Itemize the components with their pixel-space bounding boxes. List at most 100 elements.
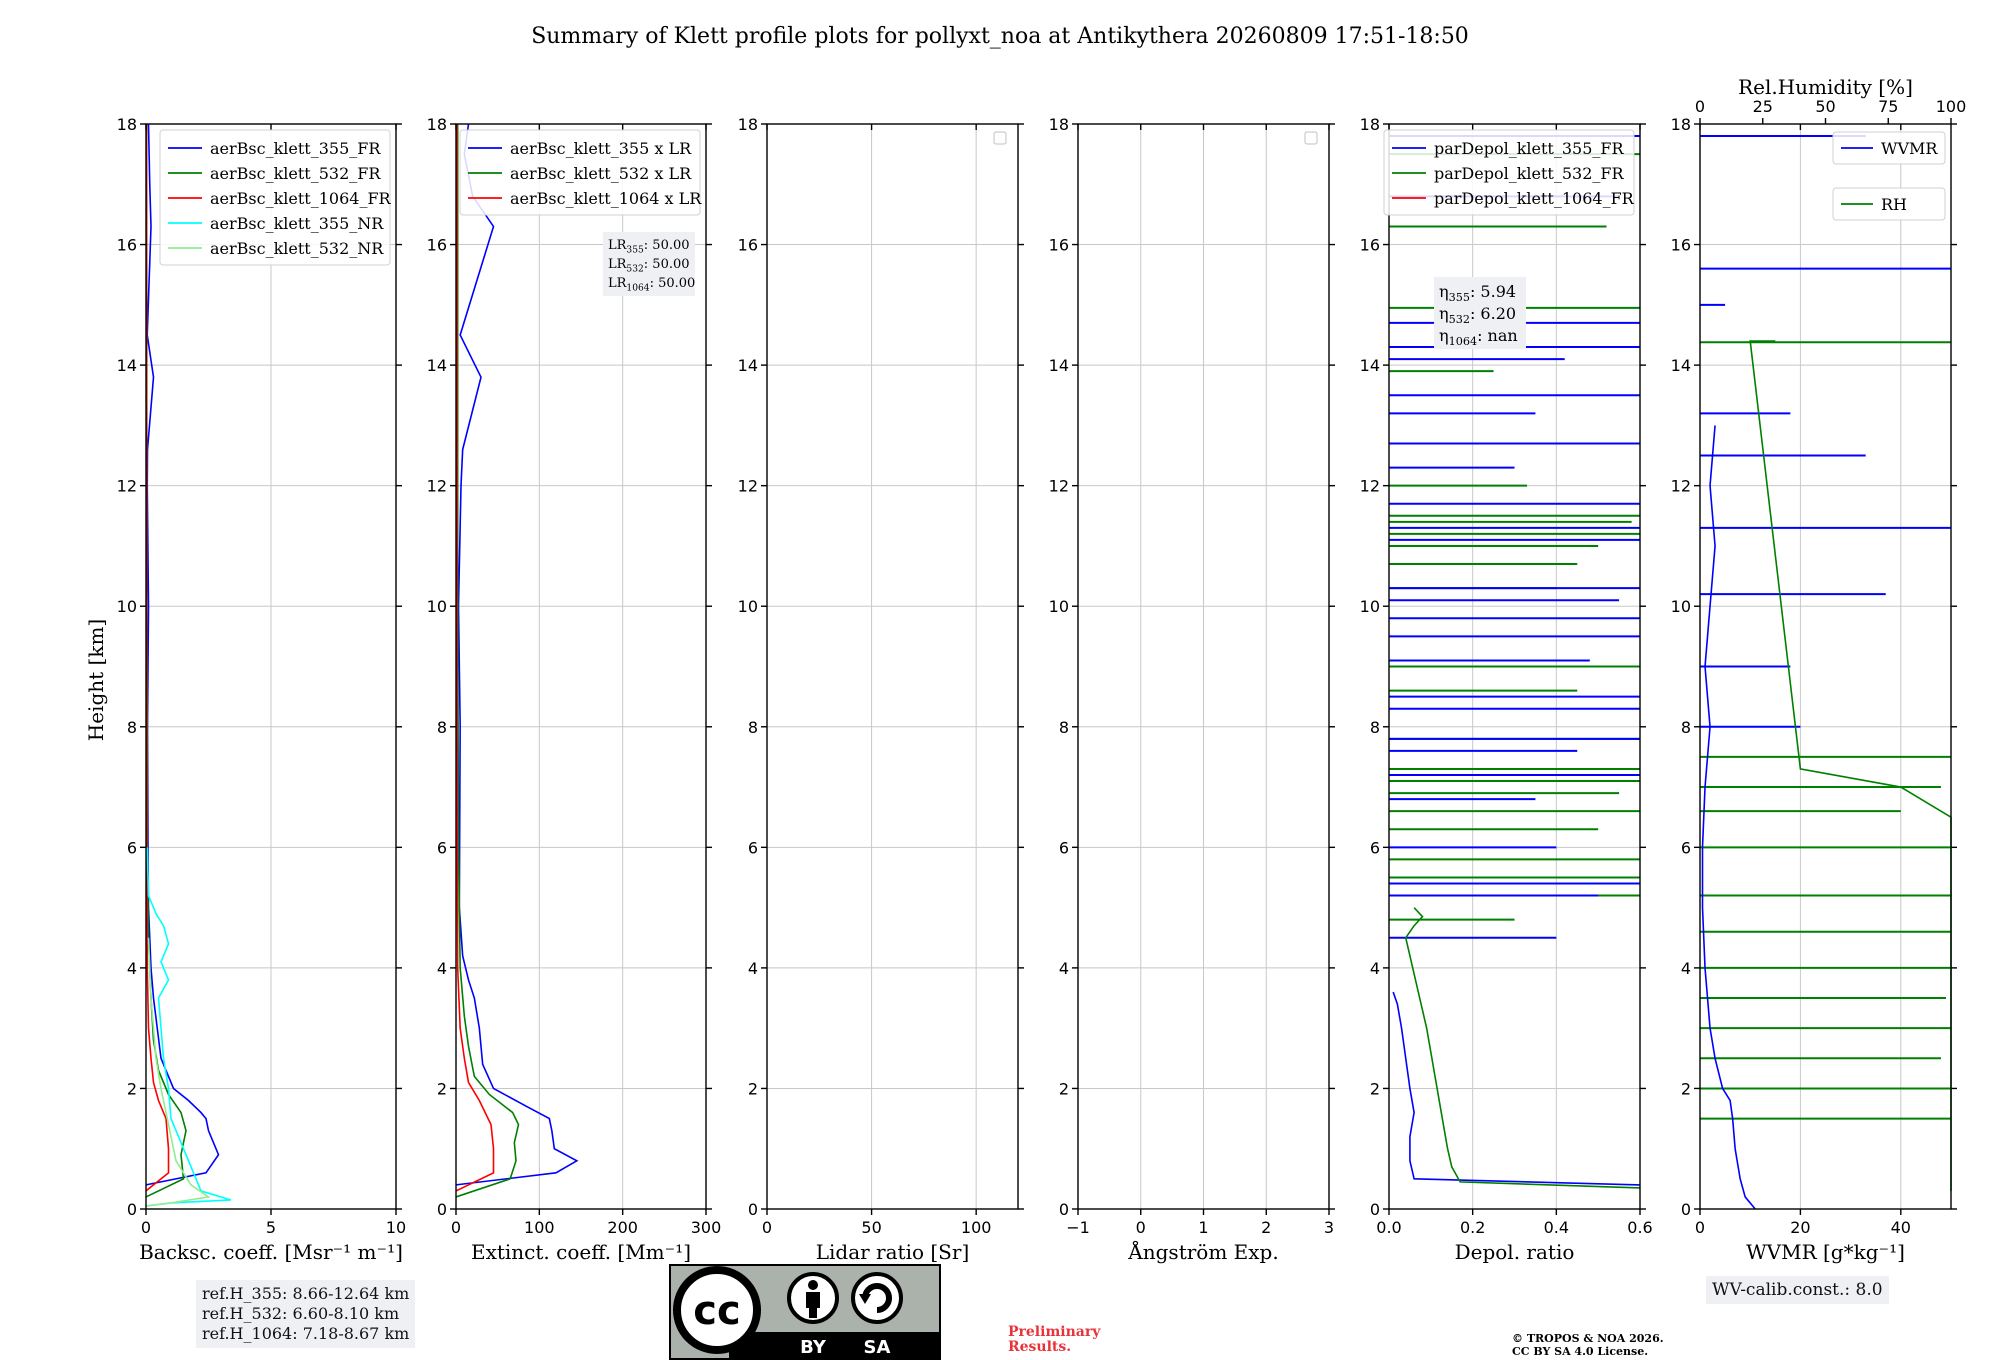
y-tick-label: 0 xyxy=(1681,1200,1691,1219)
y-tick-label: 18 xyxy=(117,115,137,134)
y-tick-label: 8 xyxy=(1059,718,1069,737)
lidar-ratio-value: LR355: 50.00 xyxy=(608,238,690,255)
x-tick-label: 300 xyxy=(691,1218,722,1237)
klett-summary-chart: Summary of Klett profile plots for polly… xyxy=(84,24,1967,1264)
legend-label: aerBsc_klett_532 x LR xyxy=(510,164,692,183)
series-line-1 xyxy=(455,124,520,1198)
y-tick-label: 4 xyxy=(748,959,758,978)
y-tick-label: 2 xyxy=(1370,1079,1380,1098)
x-tick-label: 0 xyxy=(1136,1218,1146,1237)
legend-label: aerBsc_klett_1064_FR xyxy=(210,189,392,208)
legend-label: RH xyxy=(1881,195,1907,214)
y-tick-label: 0 xyxy=(127,1200,137,1219)
legend-label: WVMR xyxy=(1881,139,1938,158)
panels-group: 0246810121416180 5 10Backsc. coeff. [Msr⁻¹… xyxy=(117,75,1967,1264)
lidar-ratio-value: LR1064: 50.00 xyxy=(608,276,695,293)
x-tick-label: 5 xyxy=(266,1218,276,1237)
y-tick-label: 0 xyxy=(1370,1200,1380,1219)
panel-1: 0 2 4 6 8 10 12 14 16 18 0 100 200 300Extinct. coeff.… xyxy=(427,115,722,1264)
x-tick-label: 0.0 xyxy=(1376,1218,1401,1237)
y-tick-label: 2 xyxy=(1059,1079,1069,1098)
cc-text: cc xyxy=(693,1288,740,1334)
y-tick-label: 18 xyxy=(738,115,758,134)
preliminary-line-2: Results. xyxy=(1008,1339,1072,1355)
y-tick-label: 12 xyxy=(1360,477,1380,496)
y-tick-label: 16 xyxy=(738,236,758,255)
x-axis-label: Lidar ratio [Sr] xyxy=(816,1240,970,1264)
x-tick-label: 0 xyxy=(451,1218,461,1237)
x-tick-label: −1 xyxy=(1066,1218,1090,1237)
y-tick-label: 4 xyxy=(437,959,447,978)
panel-4: 0 2 4 6 8 10 12 14 16 18 0.0 0.2 0.4 0.6 Depol. ratio p… xyxy=(1360,115,1653,1264)
panel-5: 0246810121416180 20 40WVMR [g*kg⁻¹]0 25 50 75… xyxy=(1671,75,1967,1264)
y-tick-label: 8 xyxy=(437,718,447,737)
top-x-axis-label: Rel.Humidity [%] xyxy=(1738,75,1913,99)
x-axis-label: Extinct. coeff. [Mm⁻¹] xyxy=(471,1240,691,1264)
top-x-tick-label: 0 xyxy=(1695,97,1705,116)
sa-label: SA xyxy=(864,1337,891,1358)
series-line-0 xyxy=(1701,425,1756,1210)
y-tick-label: 10 xyxy=(1671,597,1691,616)
y-tick-label: 6 xyxy=(1370,838,1380,857)
wv-calib-text: WV-calib.const.: 8.0 xyxy=(1712,1280,1883,1300)
y-tick-label: 12 xyxy=(117,477,137,496)
x-tick-label: 0 xyxy=(1695,1218,1705,1237)
y-tick-label: 12 xyxy=(738,477,758,496)
x-axis-label: WVMR [g*kg⁻¹] xyxy=(1746,1240,1905,1264)
series-line-4 xyxy=(145,937,211,1207)
x-axis-label: Depol. ratio xyxy=(1455,1240,1575,1264)
ref-height-355: ref.H_355: 8.66-12.64 km xyxy=(202,1284,410,1303)
x-tick-label: 0.4 xyxy=(1544,1218,1569,1237)
y-tick-label: 10 xyxy=(738,597,758,616)
top-x-tick-label: 25 xyxy=(1753,97,1773,116)
y-tick-label: 16 xyxy=(1671,236,1691,255)
series-line-1 xyxy=(1404,907,1641,1189)
top-x-tick-label: 50 xyxy=(1815,97,1835,116)
y-tick-label: 12 xyxy=(1049,477,1069,496)
y-tick-label: 18 xyxy=(427,115,447,134)
y-tick-label: 18 xyxy=(1671,115,1691,134)
y-tick-label: 2 xyxy=(437,1079,447,1098)
y-tick-label: 14 xyxy=(1360,356,1380,375)
copyright-line-2: CC BY SA 4.0 License. xyxy=(1512,1345,1649,1358)
legend-label: parDepol_klett_355_FR xyxy=(1434,139,1625,158)
legend-label: parDepol_klett_532_FR xyxy=(1434,164,1625,183)
x-tick-label: 0 xyxy=(141,1218,151,1237)
x-axis-label: Backsc. coeff. [Msr⁻¹ m⁻¹] xyxy=(139,1240,403,1264)
legend-label: aerBsc_klett_355_NR xyxy=(210,214,384,233)
y-tick-label: 10 xyxy=(427,597,447,616)
y-tick-label: 4 xyxy=(1681,959,1691,978)
y-tick-label: 8 xyxy=(1681,718,1691,737)
y-tick-label: 14 xyxy=(427,356,447,375)
x-tick-label: 40 xyxy=(1891,1218,1911,1237)
y-tick-label: 4 xyxy=(1370,959,1380,978)
wv-calib-box: WV-calib.const.: 8.0 xyxy=(1706,1276,1889,1304)
y-tick-label: 16 xyxy=(117,236,137,255)
y-tick-label: 10 xyxy=(1049,597,1069,616)
legend-label: aerBsc_klett_355_FR xyxy=(210,139,381,158)
panel-2: 0 2 4 6 8 10 12 14 16 18 0 50 100 Lidar ratio [Sr] xyxy=(738,115,1024,1264)
y-tick-label: 16 xyxy=(1360,236,1380,255)
top-x-tick-label: 100 xyxy=(1936,97,1967,116)
top-x-tick-label: 75 xyxy=(1878,97,1898,116)
legend-label: aerBsc_klett_532_NR xyxy=(210,239,384,258)
y-tick-label: 4 xyxy=(1059,959,1069,978)
y-tick-label: 2 xyxy=(748,1079,758,1098)
y-tick-label: 6 xyxy=(1059,838,1069,857)
legend-label: aerBsc_klett_355 x LR xyxy=(510,139,692,158)
series-line-0 xyxy=(145,123,220,1186)
y-tick-label: 10 xyxy=(1360,597,1380,616)
ref-height-1064: ref.H_1064: 7.18-8.67 km xyxy=(202,1324,410,1343)
person-icon xyxy=(787,1272,839,1324)
y-tick-label: 0 xyxy=(437,1200,447,1219)
y-tick-label: 6 xyxy=(127,838,137,857)
series-line-0 xyxy=(455,123,579,1186)
x-tick-label: 2 xyxy=(1261,1218,1271,1237)
y-tick-label: 8 xyxy=(748,718,758,737)
panel-3: 024681012141618−1 0 1 2 3Ångström Exp. xyxy=(1049,115,1335,1264)
series-line-2 xyxy=(455,124,495,1192)
y-tick-label: 10 xyxy=(117,597,137,616)
y-tick-label: 6 xyxy=(437,838,447,857)
y-tick-label: 0 xyxy=(748,1200,758,1219)
panel-0: 0 2 4 6 8 10 12 14 16 18 0 5 10 Backsc. coeff. [Msr⁻¹… xyxy=(117,115,407,1264)
